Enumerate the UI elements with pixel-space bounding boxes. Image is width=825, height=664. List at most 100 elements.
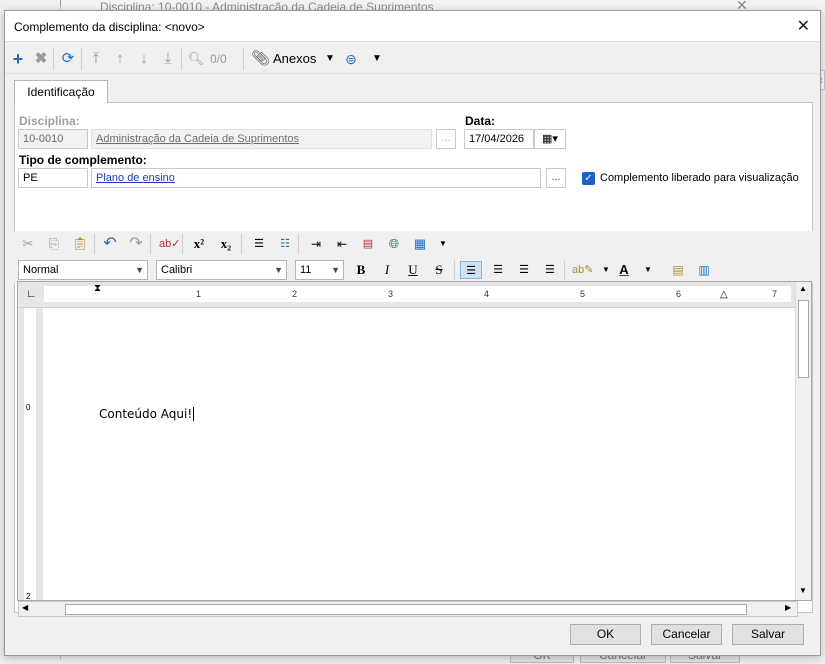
ruler-number: 6	[676, 289, 682, 299]
align-left-icon[interactable]: ☰	[460, 261, 482, 279]
toolbar-separator	[564, 260, 565, 280]
spellcheck-icon[interactable]: ab✓	[159, 235, 180, 253]
scroll-down-icon[interactable]: ▼	[799, 586, 807, 595]
chevron-down-icon: ▼	[331, 265, 340, 275]
vruler-number: 0	[26, 403, 31, 412]
chevron-down-icon[interactable]: ▼	[321, 50, 339, 68]
chevron-down-icon[interactable]: ▼	[368, 50, 386, 68]
subscript-icon[interactable]: x₂	[217, 235, 235, 253]
ruler-number: 5	[580, 289, 586, 299]
tipo-code-field[interactable]: PE	[18, 168, 88, 188]
tipo-label: Tipo de complemento:	[19, 153, 147, 167]
indent-marker-icon[interactable]: ⧗	[94, 283, 101, 294]
ruler-number: 4	[484, 289, 490, 299]
chevron-down-icon: ▼	[274, 265, 283, 275]
refresh-icon[interactable]: ⟳	[59, 50, 77, 68]
justify-icon[interactable]: ☰	[541, 261, 559, 279]
hyperlink-icon[interactable]: 🌐︎	[385, 235, 403, 253]
rich-text-editor[interactable]: ∟ 1 2 3 4 5 6 7 ⧗ △ 0 2 Conteúdo Aqui! ▲	[17, 281, 812, 601]
toolbar-separator	[182, 234, 183, 254]
bullet-list-icon[interactable]: ☷	[276, 235, 294, 253]
vertical-ruler-track: 0 2	[24, 308, 36, 601]
data-label: Data:	[465, 114, 496, 128]
search-icon[interactable]: 🔍︎	[187, 50, 205, 68]
dialog-title: Complemento da disciplina: <novo>	[14, 20, 205, 34]
scroll-left-icon[interactable]: ◀	[22, 603, 28, 612]
align-center-icon[interactable]: ☰	[489, 261, 507, 279]
page-setup-icon[interactable]: ▤	[669, 261, 687, 279]
superscript-icon[interactable]: x²	[190, 235, 208, 253]
chevron-down-icon: ▼	[135, 265, 144, 275]
horizontal-scroll-thumb[interactable]	[65, 604, 747, 615]
calendar-icon: ▦▾	[542, 133, 558, 145]
cancel-button[interactable]: Cancelar	[651, 624, 722, 645]
delete-icon[interactable]: ✖	[32, 50, 50, 68]
underline-icon[interactable]: U	[404, 261, 422, 279]
font-color-icon[interactable]: A	[615, 261, 633, 279]
vertical-scrollbar[interactable]: ▲ ▼	[795, 282, 811, 600]
move-up-icon[interactable]: ↑	[111, 50, 129, 68]
page-view-icon[interactable]: ▥	[695, 261, 713, 279]
font-select[interactable]: Calibri ▼	[156, 260, 287, 280]
complement-dialog: Complemento da disciplina: <novo> ✕ + ✖ …	[4, 10, 821, 656]
right-indent-marker-icon[interactable]: △	[720, 289, 728, 300]
redo-icon[interactable]: ↷	[127, 235, 145, 253]
style-select[interactable]: Normal ▼	[18, 260, 148, 280]
scroll-up-icon[interactable]: ▲	[799, 284, 807, 293]
chevron-down-icon[interactable]: ▼	[639, 261, 657, 279]
toolbar-separator	[150, 234, 151, 254]
paperclip-icon[interactable]: 📎︎	[251, 50, 270, 68]
vertical-scroll-thumb[interactable]	[798, 300, 809, 378]
options-icon[interactable]: ⊜	[342, 50, 360, 68]
numbered-list-icon[interactable]: ☰	[250, 235, 268, 253]
move-down-icon[interactable]: ↓	[135, 50, 153, 68]
strikethrough-icon[interactable]: S	[430, 261, 448, 279]
bold-icon[interactable]: B	[352, 261, 370, 279]
ruler-number: 2	[292, 289, 298, 299]
editor-content[interactable]: Conteúdo Aqui!	[99, 407, 198, 421]
disciplina-name-link: Administração da Cadeia de Suprimentos	[96, 133, 300, 145]
paste-icon[interactable]: 📋︎	[71, 235, 89, 253]
calendar-picker[interactable]: ▦▾	[534, 129, 566, 149]
undo-icon[interactable]: ↶	[101, 235, 119, 253]
ruler-track: 1 2 3 4 5 6 7 ⧗ △	[44, 283, 791, 302]
tab-stop-icon: ∟	[26, 288, 37, 300]
font-size-select[interactable]: 11 ▼	[295, 260, 344, 280]
disciplina-lookup-button: ...	[436, 129, 456, 149]
toolbar-separator	[94, 234, 95, 254]
date-field[interactable]: 17/04/2026	[464, 129, 534, 149]
attachments-menu[interactable]: Anexos	[273, 51, 316, 66]
scroll-right-icon[interactable]: ▶	[785, 603, 791, 612]
align-right-icon[interactable]: ☰	[515, 261, 533, 279]
tab-identificacao[interactable]: Identificação	[14, 80, 108, 103]
decrease-indent-icon[interactable]: ⇤	[333, 235, 351, 253]
text-cursor	[193, 407, 198, 421]
increase-indent-icon[interactable]: ⇥	[307, 235, 325, 253]
tipo-name-field[interactable]: Plano de ensino	[91, 168, 541, 188]
disciplina-label: Disciplina:	[19, 114, 80, 128]
page-break-icon[interactable]: ▤	[359, 235, 377, 253]
ruler-number: 1	[196, 289, 202, 299]
dialog-titlebar: Complemento da disciplina: <novo> ✕	[5, 11, 820, 42]
release-checkbox[interactable]: ✓	[582, 172, 595, 185]
close-icon[interactable]: ✕	[797, 16, 810, 36]
toolbar-separator	[81, 48, 82, 70]
toolbar-separator	[241, 234, 242, 254]
cut-icon[interactable]: ✂	[19, 235, 37, 253]
toolbar-separator	[181, 48, 182, 70]
table-icon[interactable]: ▦	[411, 235, 429, 253]
move-last-icon[interactable]: ⤓	[159, 50, 177, 68]
chevron-down-icon[interactable]: ▼	[434, 235, 452, 253]
horizontal-scrollbar[interactable]: ◀ ▶	[18, 601, 798, 617]
move-first-icon[interactable]: ⤒	[87, 50, 105, 68]
add-icon[interactable]: +	[9, 50, 27, 68]
italic-icon[interactable]: I	[378, 261, 396, 279]
highlight-icon[interactable]: ab✎	[572, 261, 593, 279]
toolbar-separator	[454, 260, 455, 280]
tipo-name-link[interactable]: Plano de ensino	[96, 172, 175, 184]
tipo-lookup-button[interactable]: ...	[546, 168, 566, 188]
chevron-down-icon[interactable]: ▼	[597, 261, 615, 279]
save-button[interactable]: Salvar	[732, 624, 804, 645]
copy-icon[interactable]: ⎘	[45, 235, 63, 253]
ok-button[interactable]: OK	[570, 624, 641, 645]
